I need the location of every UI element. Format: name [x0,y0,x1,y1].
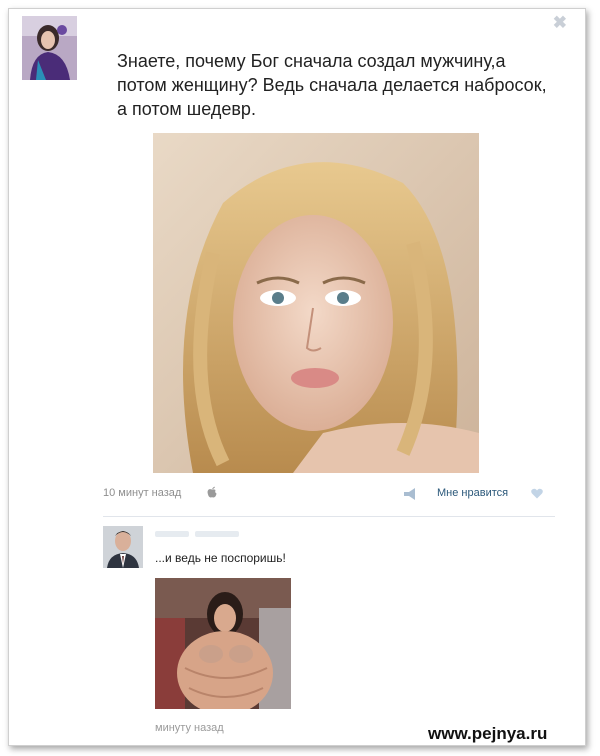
apple-icon [207,486,217,498]
divider [103,516,555,517]
wall-post-card: ✖ Знаете, почему Бог сначала создал мужч… [8,8,586,746]
reply-text: ...и ведь не поспоришь! [155,551,286,565]
reply-avatar[interactable] [103,526,143,568]
heart-icon[interactable] [531,488,543,499]
author-avatar[interactable] [22,16,77,80]
watermark: www.pejnya.ru [428,724,548,743]
post-photo[interactable] [153,133,479,473]
post-text: Знаете, почему Бог сначала создал мужчин… [117,51,547,119]
like-button[interactable]: Мне нравится [437,487,508,499]
reply-photo[interactable] [155,578,291,709]
share-icon[interactable] [403,488,417,500]
reply-author-name[interactable] [155,526,245,537]
post-time[interactable]: 10 минут назад [103,487,181,499]
close-icon[interactable]: ✖ [553,13,567,33]
post-meta: 10 минут назад Мне нравится [103,486,555,507]
reply-time[interactable]: минуту назад [155,722,224,734]
